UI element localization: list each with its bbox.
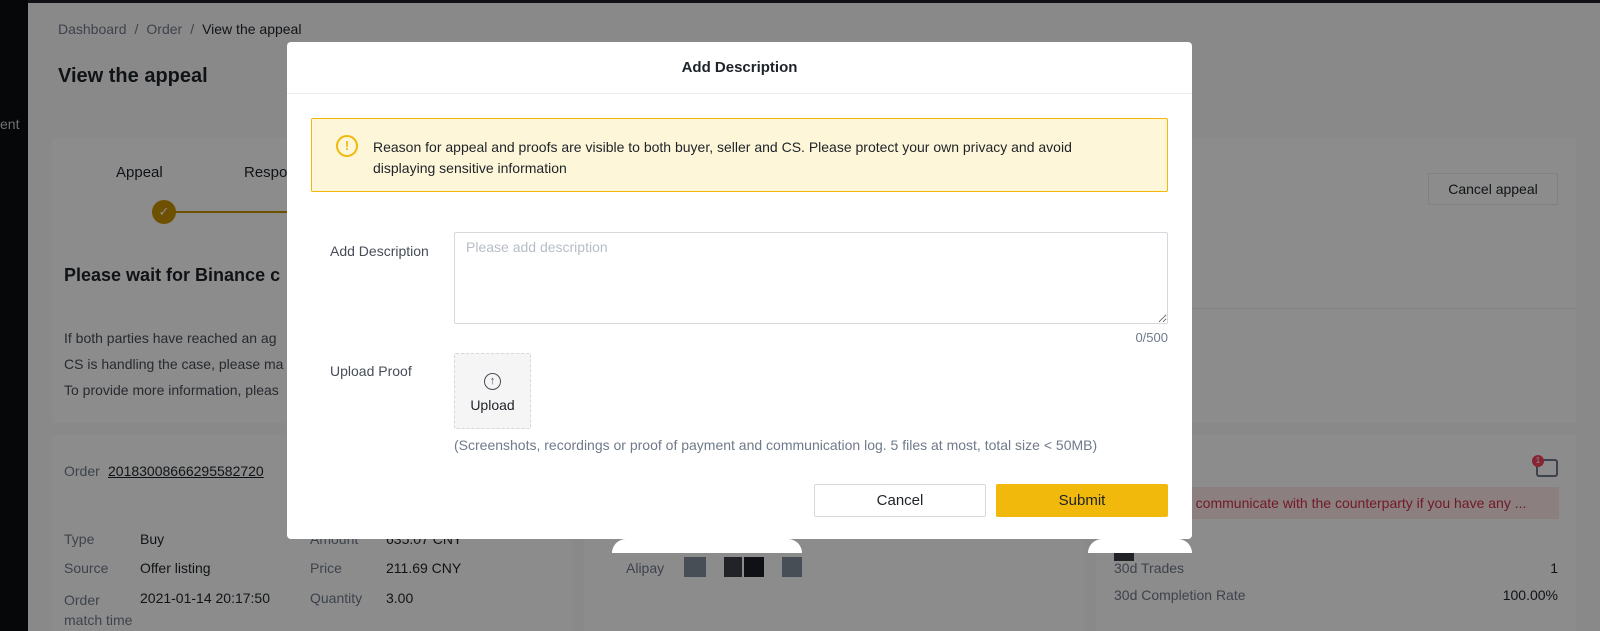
privacy-notice-text: Reason for appeal and proofs are visible… [373, 139, 1072, 176]
upload-arrow-icon: ↑ [484, 373, 501, 390]
dialog-title: Add Description [287, 42, 1192, 94]
description-label: Add Description [330, 243, 429, 259]
upload-button-label: Upload [470, 397, 515, 413]
upload-hint: (Screenshots, recordings or proof of pay… [454, 437, 1098, 453]
popover-edge [612, 539, 802, 553]
submit-button[interactable]: Submit [996, 484, 1168, 517]
upload-proof-label: Upload Proof [330, 363, 412, 379]
char-count: 0/500 [1135, 330, 1168, 345]
description-input[interactable] [454, 232, 1168, 324]
upload-button[interactable]: ↑ Upload [454, 353, 531, 429]
add-description-dialog: Add Description ! Reason for appeal and … [287, 42, 1192, 539]
cancel-button[interactable]: Cancel [814, 484, 986, 517]
warning-icon: ! [336, 135, 358, 157]
privacy-notice: ! Reason for appeal and proofs are visib… [311, 118, 1168, 192]
popover-edge [1088, 539, 1192, 553]
